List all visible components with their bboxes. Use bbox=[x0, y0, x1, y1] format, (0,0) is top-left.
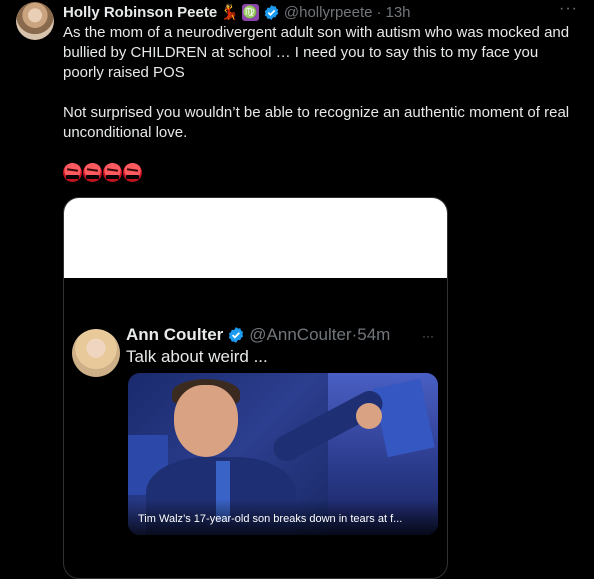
author-avatar[interactable] bbox=[16, 2, 54, 40]
quoted-author-name[interactable]: Ann Coulter bbox=[126, 325, 223, 345]
quoted-tweet-text: Talk about weird ... bbox=[126, 347, 268, 366]
virgo-emoji-icon: ♍ bbox=[241, 3, 259, 21]
tweet-timestamp[interactable]: 13h bbox=[386, 4, 411, 21]
separator-dot: · bbox=[376, 3, 382, 21]
quoted-timestamp[interactable]: 54m bbox=[357, 325, 390, 345]
quoted-author-avatar[interactable] bbox=[72, 329, 120, 377]
verified-badge-icon bbox=[264, 4, 279, 20]
person-head bbox=[174, 385, 238, 457]
rage-face-icon bbox=[63, 163, 82, 182]
more-options-icon[interactable]: ··· bbox=[559, 0, 578, 18]
media-white-banner bbox=[64, 198, 447, 278]
media-caption: Tim Walz’s 17-year-old son breaks down i… bbox=[138, 513, 403, 525]
rage-face-icon bbox=[103, 163, 122, 182]
tweet-paragraph-2: Not surprised you wouldn’t be able to re… bbox=[63, 104, 570, 141]
embedded-media-card[interactable]: Ann Coulter @AnnCoulter · 54m ··· Talk a… bbox=[63, 197, 448, 579]
quoted-author-handle[interactable]: @AnnCoulter bbox=[249, 325, 351, 345]
quoted-tweet-header: Ann Coulter @AnnCoulter · 54m bbox=[126, 325, 390, 345]
dancer-emoji-icon: 💃 bbox=[220, 4, 239, 21]
author-handle[interactable]: @hollyrpeete bbox=[284, 4, 373, 21]
tweet-text: As the mom of a neurodivergent adult son… bbox=[63, 23, 583, 143]
tweet-paragraph-1: As the mom of a neurodivergent adult son… bbox=[63, 24, 570, 81]
person-hand bbox=[356, 403, 382, 429]
emoji-row bbox=[63, 163, 142, 182]
quoted-more-options-icon[interactable]: ··· bbox=[422, 329, 434, 343]
rage-face-icon bbox=[83, 163, 102, 182]
verified-badge-icon bbox=[229, 327, 244, 343]
author-name[interactable]: Holly Robinson Peete bbox=[63, 4, 217, 21]
rage-face-icon bbox=[123, 163, 142, 182]
quoted-media-image[interactable]: Tim Walz’s 17-year-old son breaks down i… bbox=[128, 373, 438, 535]
tweet-header: Holly Robinson Peete 💃 ♍ @hollyrpeete · … bbox=[63, 0, 578, 23]
